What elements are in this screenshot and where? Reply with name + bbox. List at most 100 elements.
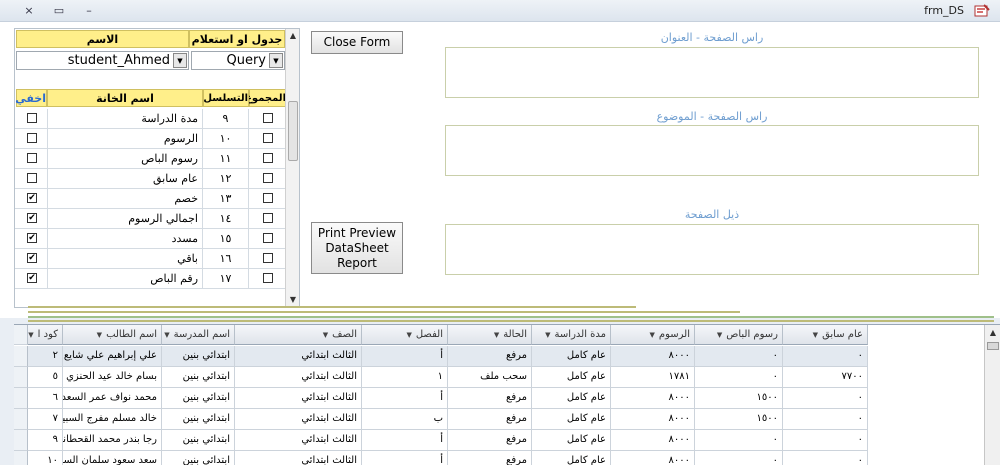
row-selector[interactable] [14, 367, 28, 388]
table-cell[interactable]: ٥ [28, 367, 63, 388]
checkbox-icon[interactable] [27, 173, 37, 183]
hide-checkbox[interactable]: ✔ [17, 269, 47, 289]
table-cell[interactable]: ٨٠٠٠ [611, 409, 695, 430]
table-cell[interactable]: أ [362, 430, 448, 451]
table-cell[interactable]: ٠ [783, 409, 868, 430]
checkbox-icon[interactable] [263, 113, 273, 123]
table-cell[interactable]: أ [362, 451, 448, 465]
close-icon[interactable]: × [20, 3, 38, 19]
sum-checkbox[interactable] [249, 229, 287, 249]
checkbox-icon[interactable] [263, 273, 273, 283]
checkbox-icon[interactable] [27, 113, 37, 123]
header-subject-field[interactable] [445, 125, 979, 176]
table-cell[interactable]: ابتدائي بنين [162, 346, 235, 367]
table-cell[interactable]: ١٧٨١ [611, 367, 695, 388]
hide-checkbox[interactable] [17, 149, 47, 169]
table-cell[interactable]: رجا بندر محمد القحطاني [63, 430, 162, 451]
table-cell[interactable]: ١٠ [28, 451, 63, 465]
row-selector[interactable] [14, 451, 28, 465]
chevron-down-icon[interactable]: ▼ [97, 331, 102, 339]
column-header[interactable]: كود ا ▼ [28, 325, 63, 345]
table-cell[interactable]: ٨٠٠٠ [611, 346, 695, 367]
table-cell[interactable]: محمد نواف عمر السعدون [63, 388, 162, 409]
hide-checkbox[interactable] [17, 109, 47, 129]
table-cell[interactable]: ٠ [695, 430, 783, 451]
table-cell[interactable]: الثالث ابتدائي [235, 430, 362, 451]
table-cell[interactable]: ابتدائي بنين [162, 430, 235, 451]
column-header[interactable]: عام سابق ▼ [783, 325, 868, 345]
table-cell[interactable]: عام كامل [532, 346, 611, 367]
column-header[interactable]: الحالة ▼ [448, 325, 532, 345]
scroll-up-icon[interactable]: ▲ [286, 29, 299, 43]
table-cell[interactable]: ٠ [695, 451, 783, 465]
chevron-down-icon[interactable]: ▼ [28, 331, 33, 339]
hide-checkbox[interactable]: ✔ [17, 189, 47, 209]
table-cell[interactable]: أ [362, 388, 448, 409]
table-cell[interactable]: ٠ [783, 346, 868, 367]
table-cell[interactable]: ١٥٠٠ [695, 388, 783, 409]
sum-checkbox[interactable] [249, 109, 287, 129]
checkbox-icon[interactable]: ✔ [27, 253, 37, 263]
table-cell[interactable]: بسام خالد عيد الحنزي [63, 367, 162, 388]
table-cell[interactable]: عام كامل [532, 451, 611, 465]
row-selector[interactable] [14, 430, 28, 451]
sum-checkbox[interactable] [249, 129, 287, 149]
chevron-down-icon[interactable]: ▼ [545, 331, 550, 339]
table-cell[interactable]: ١ [362, 367, 448, 388]
checkbox-icon[interactable]: ✔ [27, 213, 37, 223]
checkbox-icon[interactable] [263, 253, 273, 263]
checkbox-icon[interactable]: ✔ [27, 273, 37, 283]
table-cell[interactable]: الثالث ابتدائي [235, 409, 362, 430]
column-header[interactable]: الصف ▼ [235, 325, 362, 345]
checkbox-icon[interactable]: ✔ [27, 233, 37, 243]
table-cell[interactable]: عام كامل [532, 409, 611, 430]
table-combo[interactable]: Query ▼ [191, 51, 285, 70]
table-cell[interactable]: ابتدائي بنين [162, 388, 235, 409]
table-cell[interactable]: مرفع [448, 451, 532, 465]
column-header[interactable]: الرسوم▼ [611, 325, 695, 345]
table-cell[interactable]: ب [362, 409, 448, 430]
hide-checkbox[interactable]: ✔ [17, 249, 47, 269]
close-form-button[interactable]: Close Form [311, 31, 403, 54]
table-cell[interactable]: مرفع [448, 346, 532, 367]
table-cell[interactable]: عام كامل [532, 367, 611, 388]
chevron-down-icon[interactable]: ▼ [494, 331, 499, 339]
table-cell[interactable]: ٩ [28, 430, 63, 451]
checkbox-icon[interactable] [263, 213, 273, 223]
table-cell[interactable]: ٠ [695, 367, 783, 388]
hide-checkbox[interactable] [17, 129, 47, 149]
panel-scrollbar[interactable]: ▲ ▼ [285, 29, 299, 307]
table-cell[interactable]: الثالث ابتدائي [235, 346, 362, 367]
table-cell[interactable]: ابتدائي بنين [162, 367, 235, 388]
checkbox-icon[interactable] [263, 173, 273, 183]
checkbox-icon[interactable] [263, 233, 273, 243]
hide-checkbox[interactable]: ✔ [17, 209, 47, 229]
column-header[interactable]: اسم المدرسة ▼ [162, 325, 235, 345]
column-header[interactable]: اسم الطالب ▼ [63, 325, 162, 345]
table-cell[interactable]: مرفع [448, 409, 532, 430]
scroll-thumb[interactable] [288, 101, 298, 161]
checkbox-icon[interactable] [27, 133, 37, 143]
table-cell[interactable]: ابتدائي بنين [162, 409, 235, 430]
column-header[interactable]: رسوم الباص ▼ [695, 325, 783, 345]
select-all-corner[interactable] [14, 325, 28, 345]
hide-checkbox[interactable] [17, 169, 47, 189]
checkbox-icon[interactable] [263, 193, 273, 203]
scroll-up-icon[interactable]: ▲ [985, 325, 1000, 341]
checkbox-icon[interactable] [263, 153, 273, 163]
checkbox-icon[interactable]: ✔ [27, 193, 37, 203]
footer-field[interactable] [445, 224, 979, 275]
grid-scrollbar[interactable]: ▲ [984, 325, 1000, 465]
row-selector[interactable] [14, 388, 28, 409]
table-cell[interactable]: ابتدائي بنين [162, 451, 235, 465]
checkbox-icon[interactable] [263, 133, 273, 143]
table-cell[interactable]: خالد مسلم مفرج السبيعي [63, 409, 162, 430]
table-cell[interactable]: ٢ [28, 346, 63, 367]
checkbox-icon[interactable] [27, 153, 37, 163]
table-cell[interactable]: عام كامل [532, 430, 611, 451]
chevron-down-icon[interactable]: ▼ [323, 331, 328, 339]
restore-icon[interactable]: ▭ [50, 3, 68, 19]
table-cell[interactable]: سحب ملف [448, 367, 532, 388]
table-cell[interactable]: سعد سعود سلمان السهلي [63, 451, 162, 465]
table-cell[interactable]: مرفع [448, 430, 532, 451]
